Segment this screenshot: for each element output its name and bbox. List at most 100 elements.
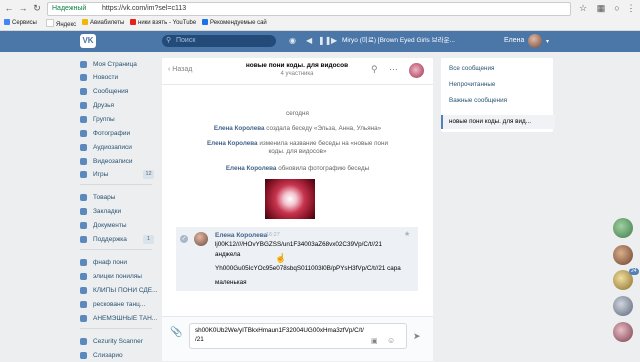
vk-logo[interactable]: VK	[80, 34, 96, 48]
browser-toolbar: ← → ↻ Надежный https://vk.com/im?sel=c11…	[0, 0, 640, 17]
bookmark-aviabilety[interactable]: Авиабилеты	[82, 19, 124, 28]
sidebar-item[interactable]: Закладки	[80, 206, 154, 218]
next-track-icon[interactable]: ▶	[331, 36, 337, 46]
bookmark-youtube[interactable]: ники взять - YouTube	[130, 19, 196, 28]
prev-track-icon[interactable]: ◀	[306, 36, 312, 46]
search-input[interactable]: ⚲ Поиск	[162, 35, 276, 47]
sidebar-item[interactable]: Документы	[80, 220, 154, 232]
search-icon[interactable]: ⚲	[371, 64, 378, 75]
avatar[interactable]	[194, 232, 208, 246]
message-author[interactable]: Елена Королева	[215, 232, 267, 239]
pause-icon[interactable]: ❚❚	[318, 36, 331, 46]
sidebar-item[interactable]: Аудиозаписи	[80, 142, 154, 154]
chevron-down-icon[interactable]: ▾	[546, 38, 549, 45]
user-name[interactable]: Елена	[504, 37, 524, 45]
now-playing-track[interactable]: Miryo (미료) [Brown Eyed Girls 브라운...	[342, 37, 455, 45]
address-bar[interactable]: Надежный https://vk.com/im?sel=c113	[47, 2, 571, 16]
sidebar-item[interactable]: Друзья	[80, 100, 154, 112]
extension-icon[interactable]: ○	[612, 3, 622, 13]
bookmark-yandex[interactable]: Яндекс	[46, 19, 76, 28]
sidebar-item[interactable]: Слизарио	[80, 350, 154, 362]
sidebar-item-label: элицки пониляы	[93, 273, 142, 280]
chat-bubble-avatar[interactable]	[613, 245, 633, 265]
menu-item-icon	[80, 208, 87, 215]
conversation-photo[interactable]	[265, 179, 315, 219]
sidebar-item[interactable]: Cezurity Scanner	[80, 336, 154, 348]
sidebar-item[interactable]: фнаф пони	[80, 257, 154, 269]
sidebar-item-label: Игры	[93, 171, 109, 178]
sidebar-item[interactable]: Видеозаписи	[80, 156, 154, 168]
filter-important[interactable]: Важные сообщения	[441, 94, 553, 108]
sidebar-item-label: Аудиозаписи	[93, 144, 132, 151]
star-icon[interactable]: ★	[404, 230, 410, 238]
sidebar-item[interactable]: Фотографии	[80, 128, 154, 140]
message-composer: 📎 sh00K0Ub2We/yITBkxHmaun1F32004UG00xHma…	[162, 316, 433, 361]
system-message: Елена Королева обновила фотографию бесед…	[225, 165, 370, 172]
more-icon[interactable]: ⋯	[389, 64, 398, 75]
check-icon[interactable]: ✓	[180, 235, 188, 243]
sidebar-item-label: Группы	[93, 116, 115, 123]
bookmark-recommended[interactable]: Рекомендуемые сай	[202, 19, 267, 28]
sidebar-item[interactable]: Поддержка 1	[80, 234, 154, 246]
chat-bubble-avatar[interactable]	[613, 218, 633, 238]
sidebar-item[interactable]: Группы	[80, 114, 154, 126]
menu-item-icon	[80, 158, 87, 165]
sidebar-item[interactable]: элицки пониляы	[80, 271, 154, 283]
forward-arrow-icon[interactable]: →	[18, 3, 28, 13]
bell-icon[interactable]: ◉	[289, 36, 296, 46]
sidebar-item-label: Cezurity Scanner	[93, 338, 143, 345]
filter-current-conversation[interactable]: новые пони коды. для вид...	[441, 115, 555, 129]
hand-cursor-icon: ☝	[275, 253, 287, 263]
sidebar-item[interactable]: КЛИПЫ ПОНИ СДЕ...	[80, 285, 158, 297]
extension-icon[interactable]: ▦	[596, 3, 606, 13]
sidebar-item[interactable]: Игры 12	[80, 169, 154, 181]
conversation-avatar[interactable]	[409, 63, 424, 78]
menu-item-icon	[80, 352, 87, 359]
message-line: lj00K12////HOvYBGZSS/un1F34003aZ68vx02C3…	[215, 241, 382, 248]
bookmark-services[interactable]: Сервисы	[4, 19, 37, 28]
youtube-icon	[130, 19, 136, 25]
count-badge: 1	[143, 235, 154, 244]
sidebar-item-label: Товары	[93, 194, 116, 201]
menu-item-icon	[80, 102, 87, 109]
star-icon[interactable]: ☆	[578, 3, 588, 13]
message-input[interactable]: sh00K0Ub2We/yITBkxHmaun1F32004UG00xHma3z…	[189, 323, 407, 349]
sidebar-item[interactable]: Новости	[80, 72, 154, 84]
attach-icon[interactable]: 📎	[170, 327, 182, 338]
sidebar-item[interactable]: Моя Страница	[80, 59, 154, 71]
message-draft-line: sh00K0Ub2We/yITBkxHmaun1F32004UG00xHma3z…	[195, 327, 364, 334]
send-icon[interactable]: ➤	[413, 331, 421, 342]
filter-all-messages[interactable]: Все сообщения	[441, 62, 553, 76]
camera-icon[interactable]: ▣	[371, 337, 378, 345]
chat-bubble-avatar[interactable]	[613, 296, 633, 316]
secure-label: Надежный	[52, 5, 87, 12]
sidebar-item[interactable]: ресковане танц...	[80, 299, 154, 311]
sidebar-item-label: Друзья	[93, 102, 115, 109]
smile-icon[interactable]: ☺	[387, 336, 395, 345]
sidebar-item[interactable]: Сообщения	[80, 86, 154, 98]
sidebar-item-label: АНЕМЭШНЫЕ ТАН...	[93, 315, 158, 322]
back-button[interactable]: ‹ Назад	[168, 66, 192, 74]
sidebar-item-label: Видеозаписи	[93, 158, 133, 165]
page-icon	[202, 19, 208, 25]
chat-bubble-avatar[interactable]	[613, 322, 633, 342]
sidebar-item-label: Слизарио	[93, 352, 123, 359]
menu-dots-icon[interactable]: ⋮	[626, 3, 636, 13]
url-text[interactable]: https://vk.com/im?sel=c113	[102, 5, 186, 13]
system-message: Елена Королева изменила название беседы …	[206, 140, 389, 155]
sidebar-item[interactable]: АНЕМЭШНЫЕ ТАН...	[80, 313, 158, 325]
sidebar-item-label: Закладки	[93, 208, 122, 215]
sidebar-item[interactable]: Товары	[80, 192, 154, 204]
reload-icon[interactable]: ↻	[32, 3, 42, 13]
avatar[interactable]	[528, 34, 542, 48]
filter-unread[interactable]: Непрочитанные	[441, 78, 553, 92]
conversation-title[interactable]: новые пони коды. для видосов	[217, 62, 377, 69]
menu-item-icon	[80, 130, 87, 137]
apps-icon	[4, 19, 10, 25]
vk-header: VK ⚲ Поиск ◉ ◀ ❚❚ ▶ Miryo (미료) [Brown Ey…	[0, 31, 640, 52]
menu-item-icon	[80, 116, 87, 123]
conversation-members[interactable]: 4 участника	[217, 71, 377, 77]
chat-header: ‹ Назад новые пони коды. для видосов 4 у…	[162, 58, 433, 85]
back-arrow-icon[interactable]: ←	[4, 3, 14, 13]
plane-icon	[82, 19, 88, 25]
